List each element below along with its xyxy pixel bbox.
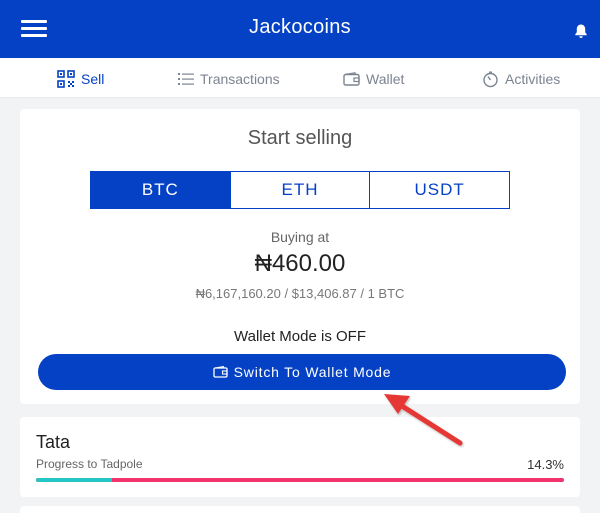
exchange-rate: ₦6,167,160.20 / $13,406.87 / 1 BTC	[195, 286, 405, 301]
wallet-icon	[343, 72, 360, 86]
switch-wallet-mode-button[interactable]: Switch To Wallet Mode	[38, 354, 566, 390]
coin-selector: BTC ETH USDT	[90, 171, 511, 209]
switch-wallet-mode-label: Switch To Wallet Mode	[233, 364, 392, 380]
app-header: Jackocoins	[0, 0, 600, 58]
buying-price: ₦460.00	[254, 250, 346, 277]
tier-progress-bar	[36, 478, 564, 482]
tier-progress-card: Tata Progress to Tadpole 14.3%	[20, 417, 580, 497]
bell-icon[interactable]	[573, 23, 589, 39]
tier-name: Tata	[36, 432, 71, 452]
sell-card: Start selling BTC ETH USDT Buying at ₦46…	[20, 109, 580, 404]
list-icon	[178, 73, 194, 85]
wallet-icon	[213, 366, 228, 378]
tab-activities[interactable]: Activities	[482, 69, 560, 89]
sell-card-title: Start selling	[247, 127, 353, 149]
coin-tab-usdt[interactable]: USDT	[370, 171, 511, 209]
coin-tab-btc[interactable]: BTC	[90, 171, 231, 209]
tab-wallet[interactable]: Wallet	[343, 69, 404, 89]
tab-sell[interactable]: Sell	[57, 69, 104, 89]
tab-sell-label: Sell	[81, 71, 105, 87]
annotation-arrow-icon	[384, 394, 463, 446]
nav-tabs: Sell Transactions Wallet Activities	[0, 58, 600, 98]
tab-wallet-label: Wallet	[366, 71, 405, 87]
app-title: Jackocoins	[249, 16, 351, 38]
tier-progress-percent: 14.3%	[527, 457, 564, 472]
tier-progress-fill	[36, 478, 112, 482]
tab-activities-label: Activities	[505, 71, 561, 87]
next-card	[20, 506, 580, 513]
wallet-mode-status: Wallet Mode is OFF	[234, 328, 366, 345]
timer-icon	[483, 71, 498, 87]
qr-code-icon	[57, 70, 75, 88]
tab-transactions-label: Transactions	[200, 71, 280, 87]
coin-tab-eth[interactable]: ETH	[230, 171, 371, 209]
tier-progress-label: Progress to Tadpole	[36, 457, 143, 471]
buying-at-label: Buying at	[270, 229, 330, 245]
tab-transactions[interactable]: Transactions	[178, 69, 280, 89]
